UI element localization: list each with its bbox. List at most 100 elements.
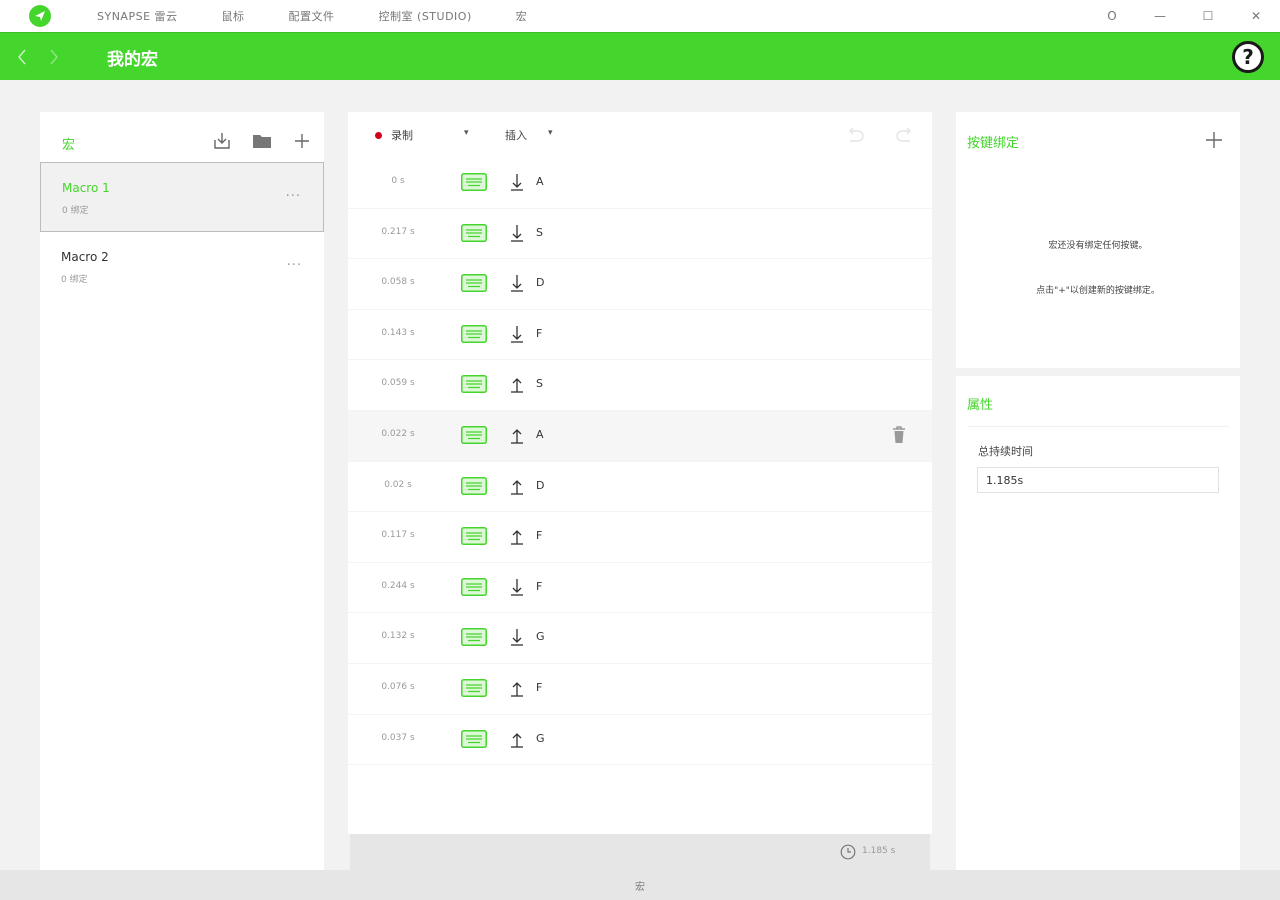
help-icon[interactable]: ? [1232,41,1264,73]
record-dropdown-icon[interactable]: ▾ [464,128,469,138]
event-delay: 0.022 s [381,428,415,439]
delete-icon[interactable] [892,426,906,444]
event-key: A [536,175,544,188]
duration-field[interactable] [977,467,1219,493]
insert-button[interactable]: 插入 [505,127,527,143]
macro-name: Macro 2 [61,250,109,264]
keyboard-icon [461,223,487,242]
window-controls: O — ☐ ✕ [1088,0,1280,32]
keyboard-icon [461,375,487,394]
event-key: G [536,731,545,745]
macro-name: Macro 1 [62,181,110,195]
binding-empty-hint: 点击"+"以创建新的按键绑定。 [1036,286,1160,296]
event-key: F [536,579,543,593]
account-icon[interactable]: O [1088,0,1136,32]
editor-footer: 1.185 s [350,834,930,870]
macro-event-row[interactable]: 0.244 s F [348,563,932,614]
maximize-button[interactable]: ☐ [1184,0,1232,32]
minimize-button[interactable]: — [1136,0,1184,32]
redo-icon[interactable] [894,124,916,146]
macro-binding-count: 0 绑定 [62,206,89,216]
import-icon[interactable] [211,130,233,152]
event-key: F [536,529,543,543]
key-down-icon [510,223,524,243]
key-binding-panel: 按键绑定 宏还没有绑定任何按键。 点击"+"以创建新的按键绑定。 [956,112,1240,368]
macro-event-row[interactable]: 0.037 s G [348,715,932,766]
event-delay: 0.132 s [381,631,415,642]
event-delay: 0.058 s [381,277,415,288]
add-binding-icon[interactable] [1204,130,1224,150]
keyboard-icon [461,324,487,343]
undo-icon[interactable] [844,124,866,146]
keyboard-icon [461,173,487,191]
event-key: S [536,225,543,239]
divider [967,426,1229,427]
event-delay: 0.117 s [381,530,415,541]
event-key: G [536,630,545,644]
more-options-icon[interactable]: ··· [287,258,302,273]
keyboard-icon [461,274,487,293]
close-button[interactable]: ✕ [1232,0,1280,32]
record-button[interactable]: 录制 [391,127,413,143]
key-up-icon [510,729,524,749]
folder-icon[interactable] [251,130,273,152]
add-macro-icon[interactable] [291,130,313,152]
event-delay: 0.037 s [381,732,415,743]
key-up-icon [510,526,524,546]
event-delay: 0.217 s [381,226,415,237]
macro-list-header: 宏 [40,112,324,162]
more-options-icon[interactable]: ··· [286,189,301,204]
macro-event-row[interactable]: 0.059 s S [348,360,932,411]
event-delay: 0.059 s [381,378,415,389]
event-delay: 0.143 s [381,327,415,338]
editor-toolbar: 录制 ▾ 插入 ▾ [348,112,932,158]
forward-arrow-icon[interactable] [44,45,64,69]
keyboard-icon [461,628,487,647]
nav-studio[interactable]: 控制室 (STUDIO) [379,8,472,24]
nav-profiles[interactable]: 配置文件 [289,8,335,24]
macro-event-row[interactable]: 0.217 s S [348,209,932,260]
back-arrow-icon[interactable] [12,45,32,69]
macro-item-1[interactable]: Macro 1 0 绑定 ··· [40,162,324,232]
event-delay: 0.244 s [381,580,415,591]
event-delay: 0.02 s [384,479,412,490]
keyboard-icon [461,476,487,495]
status-text: 宏 [635,882,645,893]
properties-title: 属性 [967,398,994,413]
razer-logo-icon[interactable] [29,5,51,27]
nav-mouse[interactable]: 鼠标 [222,8,245,24]
event-key: F [536,326,543,340]
macro-event-row[interactable]: 0 s A [348,158,932,209]
event-key: S [536,377,543,391]
key-down-icon [510,172,524,192]
total-duration: 1.185 s [862,846,896,856]
macro-event-row[interactable]: 0.02 s D [348,462,932,513]
event-key: A [536,427,544,441]
macro-section-label: 宏 [62,138,76,153]
macro-event-row[interactable]: 0.143 s F [348,310,932,361]
macro-event-row[interactable]: 0.058 s D [348,259,932,310]
macro-item-2[interactable]: Macro 2 0 绑定 ··· [40,232,324,302]
properties-panel: 属性 总持续时间 [956,376,1240,870]
nav-macro[interactable]: 宏 [516,8,528,24]
key-down-icon [510,273,524,293]
insert-dropdown-icon[interactable]: ▾ [548,128,553,138]
macro-event-row[interactable]: 0.117 s F [348,512,932,563]
key-up-icon [510,374,524,394]
macro-event-row[interactable]: 0.022 s A [348,410,932,462]
duration-label: 总持续时间 [978,445,1033,458]
macro-list-panel: 宏 Macro 1 0 绑定 ··· Macro 2 0 绑定 ··· [40,112,324,870]
macro-event-row[interactable]: 0.076 s F [348,664,932,715]
nav-synapse[interactable]: SYNAPSE 雷云 [97,8,178,24]
record-dot-icon[interactable] [375,132,382,139]
keyboard-icon [461,425,487,444]
macro-binding-count: 0 绑定 [61,275,88,285]
macro-event-row[interactable]: 0.132 s G [348,613,932,664]
keyboard-icon [461,729,487,748]
keyboard-icon [461,527,487,546]
page-title: 我的宏 [107,50,158,70]
keyboard-icon [461,577,487,596]
key-down-icon [510,627,524,647]
page-header: 我的宏 ? [0,32,1280,80]
top-nav: SYNAPSE 雷云 鼠标 配置文件 控制室 (STUDIO) 宏 [97,8,571,24]
